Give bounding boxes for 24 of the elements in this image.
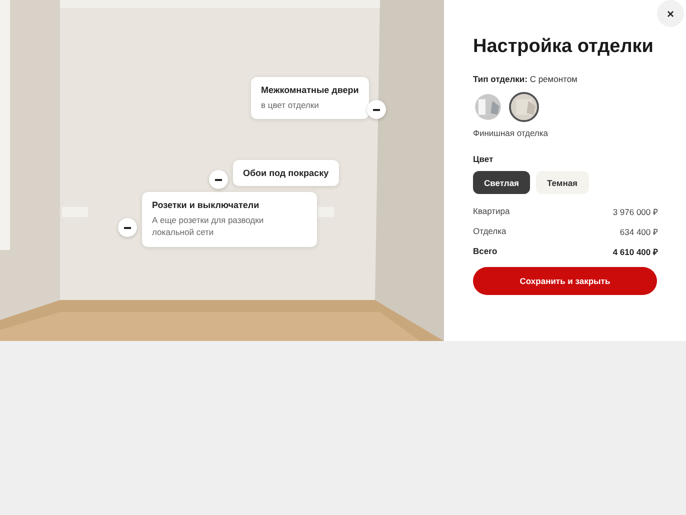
color-label: Цвет: [473, 154, 494, 164]
minus-icon: [124, 226, 131, 228]
finish-swatch[interactable]: [509, 92, 539, 122]
price-label: Всего: [473, 246, 498, 257]
minus-icon: [373, 108, 380, 110]
minus-icon: [215, 178, 222, 180]
price-value: 634 400 ₽: [620, 226, 658, 237]
close-button[interactable]: ×: [657, 0, 684, 27]
finish-type-label: Тип отделки: С ремонтом: [473, 74, 578, 84]
save-button[interactable]: Сохранить и закрыть: [473, 267, 657, 295]
hotspot-title: Обои под покраску: [243, 168, 329, 178]
color-option[interactable]: Светлая: [473, 171, 530, 194]
price-label: Отделка: [473, 226, 506, 237]
hotspot-text: в цвет отделки: [261, 99, 320, 112]
finish-caption: Финишная отделка: [473, 128, 550, 138]
price-value: 4 610 400 ₽: [612, 246, 658, 257]
color-option[interactable]: Темная: [536, 171, 589, 194]
price-label: Квартира: [473, 206, 510, 217]
hotspot-text: А еще розетки для разводки локальной сети: [152, 214, 265, 239]
hotspot-title: Межкомнатные двери: [261, 85, 359, 95]
price-value: 3 976 000 ₽: [612, 206, 658, 217]
hotspot-title: Розетки и выключатели: [152, 200, 260, 210]
panel-title: Настройка отделки: [473, 36, 654, 58]
finish-swatch[interactable]: [473, 92, 503, 122]
